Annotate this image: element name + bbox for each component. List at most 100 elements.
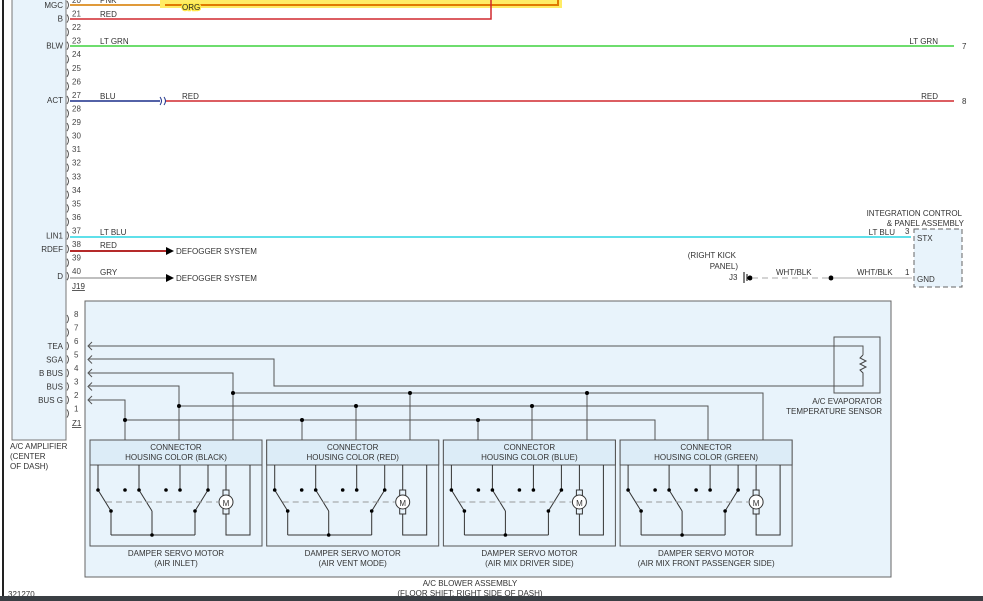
defogger-link[interactable]: DEFOGGER SYSTEM (176, 247, 257, 256)
pin-connector-icon (66, 163, 69, 173)
connector-label: CONNECTOR (327, 443, 379, 452)
pin-signal: BLW (46, 42, 63, 51)
pin-connector-icon (66, 244, 69, 254)
connector-label: CONNECTOR (680, 443, 732, 452)
pin-connector-icon (66, 54, 69, 64)
pin-number: 3 (74, 378, 79, 387)
connector-label: CONNECTOR (504, 443, 556, 452)
motor-location-label: (AIR VENT MODE) (319, 559, 388, 568)
pin-number: 33 (72, 172, 81, 181)
pin-number: 22 (72, 23, 81, 32)
wire-color-label: LT GRN (100, 37, 129, 46)
pin-connector-icon (66, 149, 69, 159)
pin-number: 35 (72, 199, 81, 208)
pin-number: 4 (74, 364, 79, 373)
motor-label: DAMPER SERVO MOTOR (128, 549, 224, 558)
pin-connector-icon (66, 271, 69, 281)
wire-color-label: PNK (100, 0, 117, 5)
ground-connector-id: J3 (729, 273, 738, 282)
wire-destination: 8 (962, 97, 967, 106)
pin-number: 34 (72, 186, 81, 195)
ground-label: PANEL) (710, 262, 739, 271)
pin-connector-icon (66, 136, 69, 145)
pin-number: 26 (72, 77, 81, 86)
amplifier-label: A/C AMPLIFIER (10, 442, 68, 451)
wire-color-label: ORG (182, 3, 200, 12)
wire-color-label: RED (100, 241, 117, 250)
pin-signal: B BUS (39, 369, 63, 378)
pin-connector-icon (66, 395, 69, 405)
pin-connector-icon (66, 27, 69, 37)
pin-connector-icon (66, 82, 69, 91)
pin-connector-icon (66, 0, 69, 10)
motor-location-label: (AIR MIX FRONT PASSENGER SIDE) (638, 559, 775, 568)
pin-number: 23 (72, 37, 81, 46)
pin-number: 27 (72, 91, 81, 100)
ground-label: (RIGHT KICK (688, 251, 737, 260)
motor-symbol: M (223, 499, 230, 508)
integration-control-label: INTEGRATION CONTROL (867, 209, 963, 218)
motor-location-label: (AIR INLET) (154, 559, 198, 568)
pin-signal: B (58, 15, 63, 24)
connector-color-label: HOUSING COLOR (RED) (306, 453, 399, 462)
pin-connector-icon (66, 341, 69, 351)
pin-connector-icon (66, 328, 69, 337)
pin-connector-icon (66, 190, 69, 200)
pin-number: 32 (72, 159, 81, 168)
arrow-icon (166, 274, 174, 282)
pin-connector-icon (66, 176, 69, 186)
pin-connector-icon (66, 217, 69, 227)
wire-color-label: BLU (100, 92, 116, 101)
pin-number: 28 (72, 104, 81, 113)
motor-location-label: (AIR MIX DRIVER SIDE) (485, 559, 574, 568)
motor-label: DAMPER SERVO MOTOR (305, 549, 401, 558)
arrow-icon (166, 247, 174, 255)
connector-color-label: HOUSING COLOR (GREEN) (654, 453, 758, 462)
pin-signal: RDEF (41, 245, 63, 254)
pin-number: 3 (905, 227, 910, 236)
pin-number: 30 (72, 132, 81, 141)
motor-symbol: M (576, 499, 583, 508)
pin-signal: BUS G (38, 396, 63, 405)
wire-color-label: GRY (100, 268, 118, 277)
amplifier-label: OF DASH) (10, 462, 49, 471)
pin-connector-icon (66, 109, 69, 118)
pin-number: 31 (72, 145, 81, 154)
connector-id: Z1 (72, 419, 82, 428)
wire-destination: 7 (962, 42, 967, 51)
pin-number: 5 (74, 351, 79, 360)
wire-color-label: RED (182, 92, 199, 101)
pin-connector-icon (66, 204, 69, 213)
evaporator-sensor-box (833, 336, 881, 394)
pin-number: 37 (72, 227, 81, 236)
pin-connector-icon (66, 382, 69, 391)
connector-id: J19 (72, 282, 85, 291)
defogger-link[interactable]: DEFOGGER SYSTEM (176, 274, 257, 283)
pin-number: 39 (72, 254, 81, 263)
pin-signal: BUS (47, 383, 63, 392)
motor-label: DAMPER SERVO MOTOR (481, 549, 577, 558)
pin-connector-icon (66, 41, 69, 50)
amplifier-label: (CENTER (10, 452, 46, 461)
wire-color-label: WHT/BLK (776, 268, 812, 277)
motor-symbol: M (753, 499, 760, 508)
pin-signal: GND (917, 275, 935, 284)
wire-color-label: LT BLU (100, 228, 127, 237)
pin-number: 38 (72, 240, 81, 249)
pin-connector-icon (66, 231, 69, 240)
splice-icon (828, 275, 834, 281)
pin-signal: MGC (44, 1, 63, 10)
pin-number: 6 (74, 337, 79, 346)
wire-color-label: LT GRN (909, 37, 938, 46)
pin-connector-icon (66, 258, 69, 267)
pin-signal: LIN1 (46, 232, 63, 241)
pin-connector-icon (66, 409, 69, 418)
pin-number: 21 (72, 10, 81, 19)
motor-label: DAMPER SERVO MOTOR (658, 549, 754, 558)
inline-connector-icon (159, 96, 166, 106)
pin-connector-icon (66, 314, 69, 324)
pin-signal: ACT (47, 96, 63, 105)
blower-label: A/C BLOWER ASSEMBLY (423, 579, 518, 588)
pin-number: 40 (72, 267, 81, 276)
wiring-diagram: A/C AMPLIFIER (CENTER OF DASH) A/C BLOWE… (2, 0, 967, 599)
